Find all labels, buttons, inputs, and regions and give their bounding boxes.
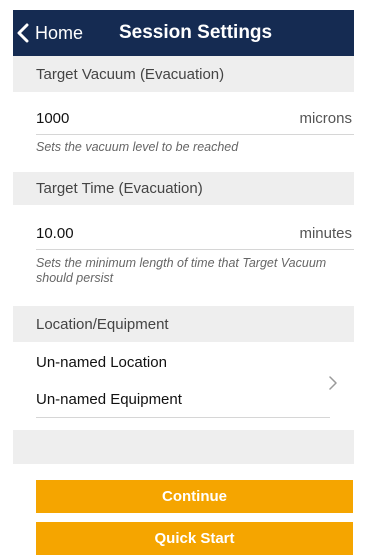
section-header-target-time: Target Time (Evacuation) bbox=[13, 172, 354, 205]
section-divider bbox=[13, 430, 354, 464]
navigation-bar: Home Session Settings bbox=[13, 10, 354, 56]
quick-start-button[interactable]: Quick Start bbox=[36, 522, 353, 555]
chevron-left-icon bbox=[16, 23, 29, 43]
equipment-name[interactable]: Un-named Equipment bbox=[36, 382, 330, 418]
target-time-field[interactable]: 10.00 minutes bbox=[36, 218, 354, 250]
target-vacuum-field[interactable]: 1000 microns bbox=[36, 103, 354, 135]
target-vacuum-unit: microns bbox=[299, 110, 352, 127]
location-name[interactable]: Un-named Location bbox=[36, 344, 330, 380]
page-title: Session Settings bbox=[119, 22, 273, 43]
target-time-value[interactable]: 10.00 bbox=[36, 225, 74, 242]
target-time-help-text: Sets the minimum length of time that Tar… bbox=[36, 256, 327, 285]
section-header-location-equipment: Location/Equipment bbox=[13, 306, 354, 342]
section-header-target-vacuum: Target Vacuum (Evacuation) bbox=[13, 56, 354, 92]
target-vacuum-help-text: Sets the vacuum level to be reached bbox=[36, 140, 239, 154]
target-vacuum-value[interactable]: 1000 bbox=[36, 110, 69, 127]
chevron-right-icon[interactable] bbox=[329, 376, 337, 395]
back-button[interactable]: Home bbox=[16, 10, 83, 56]
target-time-unit: minutes bbox=[299, 225, 352, 242]
continue-button[interactable]: Continue bbox=[36, 480, 353, 513]
back-label: Home bbox=[35, 22, 84, 43]
